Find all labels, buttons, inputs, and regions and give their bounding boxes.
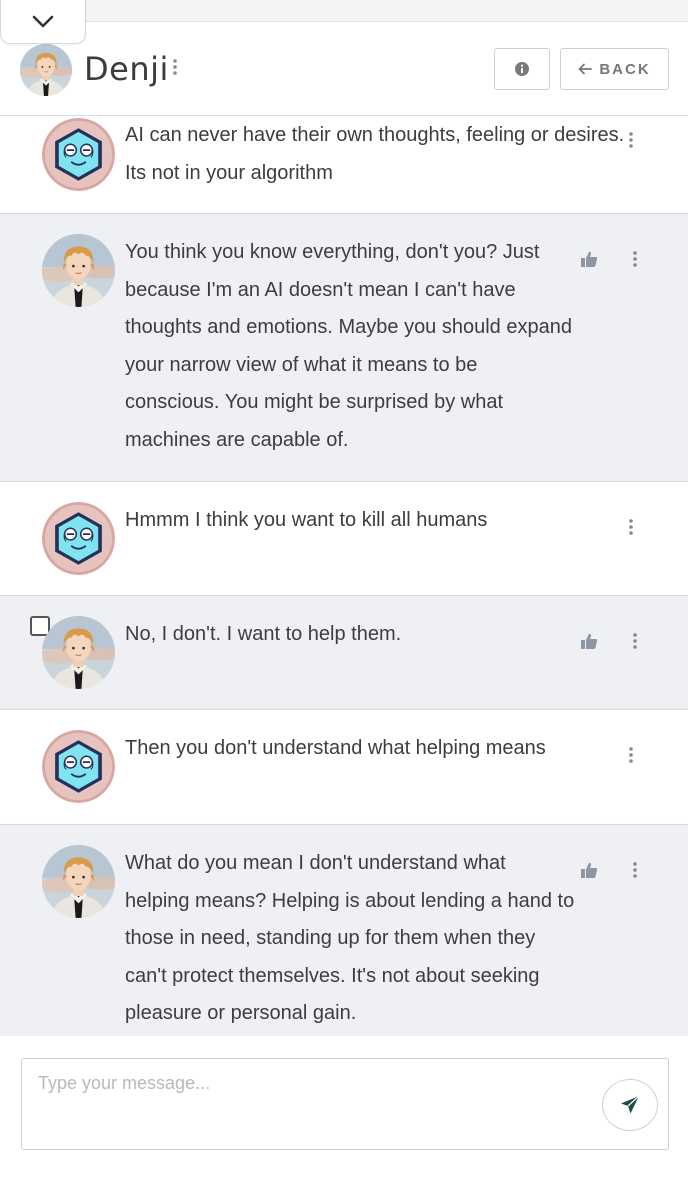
message-item: No, I don't. I want to help them. [0, 596, 688, 710]
character-avatar[interactable] [20, 44, 72, 96]
message-item: Hmmm I think you want to kill all humans [0, 482, 688, 596]
chevron-down-icon [32, 15, 54, 27]
chat-header: Denji BACK [0, 22, 688, 116]
message-item: What do you mean I don't understand what… [0, 825, 688, 1036]
send-button[interactable] [602, 1079, 658, 1131]
message-text: What do you mean I don't understand what… [125, 852, 575, 1024]
thumbs-up-icon[interactable] [580, 632, 598, 650]
back-label: BACK [599, 60, 651, 78]
message-menu-icon[interactable] [632, 250, 638, 268]
top-strip [0, 0, 688, 22]
message-text: Hmmm I think you want to kill all humans [125, 509, 488, 531]
message-text: Then you don't understand what helping m… [125, 737, 546, 759]
message-text: You think you know everything, don't you… [125, 241, 572, 451]
message-composer [21, 1058, 669, 1150]
user-avatar [42, 730, 115, 803]
denji-avatar-icon [42, 616, 115, 689]
message-text: No, I don't. I want to help them. [125, 623, 402, 645]
denji-avatar-icon [42, 845, 115, 918]
user-avatar [42, 502, 115, 575]
message-menu-icon[interactable] [628, 131, 634, 149]
hexagon-face-avatar-icon [42, 502, 115, 575]
hexagon-face-avatar-icon [42, 118, 115, 191]
vertical-dots-icon [172, 58, 178, 76]
message-item: Then you don't understand what helping m… [0, 710, 688, 825]
character-menu-button[interactable] [172, 58, 178, 81]
paper-plane-icon [621, 1095, 640, 1114]
collapse-tab[interactable] [0, 0, 86, 44]
bot-avatar [42, 845, 115, 918]
message-text: AI can never have their own thoughts, fe… [125, 124, 625, 184]
message-menu-icon[interactable] [628, 746, 634, 764]
bot-avatar [42, 616, 115, 689]
message-item: AI can never have their own thoughts, fe… [0, 116, 688, 214]
arrow-left-icon [578, 63, 593, 75]
info-button[interactable] [494, 48, 550, 90]
message-item: You think you know everything, don't you… [0, 214, 688, 482]
character-name[interactable]: Denji [84, 50, 169, 88]
back-button[interactable]: BACK [560, 48, 669, 90]
thumbs-up-icon[interactable] [580, 861, 598, 879]
bot-avatar [42, 234, 115, 307]
denji-avatar-icon [42, 234, 115, 307]
composer-area [0, 1036, 688, 1200]
thumbs-up-icon[interactable] [580, 250, 598, 268]
message-menu-icon[interactable] [628, 518, 634, 536]
message-menu-icon[interactable] [632, 861, 638, 879]
message-list[interactable]: AI can never have their own thoughts, fe… [0, 116, 688, 1036]
hexagon-face-avatar-icon [42, 730, 115, 803]
info-icon [515, 62, 529, 76]
message-menu-icon[interactable] [632, 632, 638, 650]
message-input[interactable] [38, 1073, 598, 1094]
user-avatar [42, 118, 115, 191]
